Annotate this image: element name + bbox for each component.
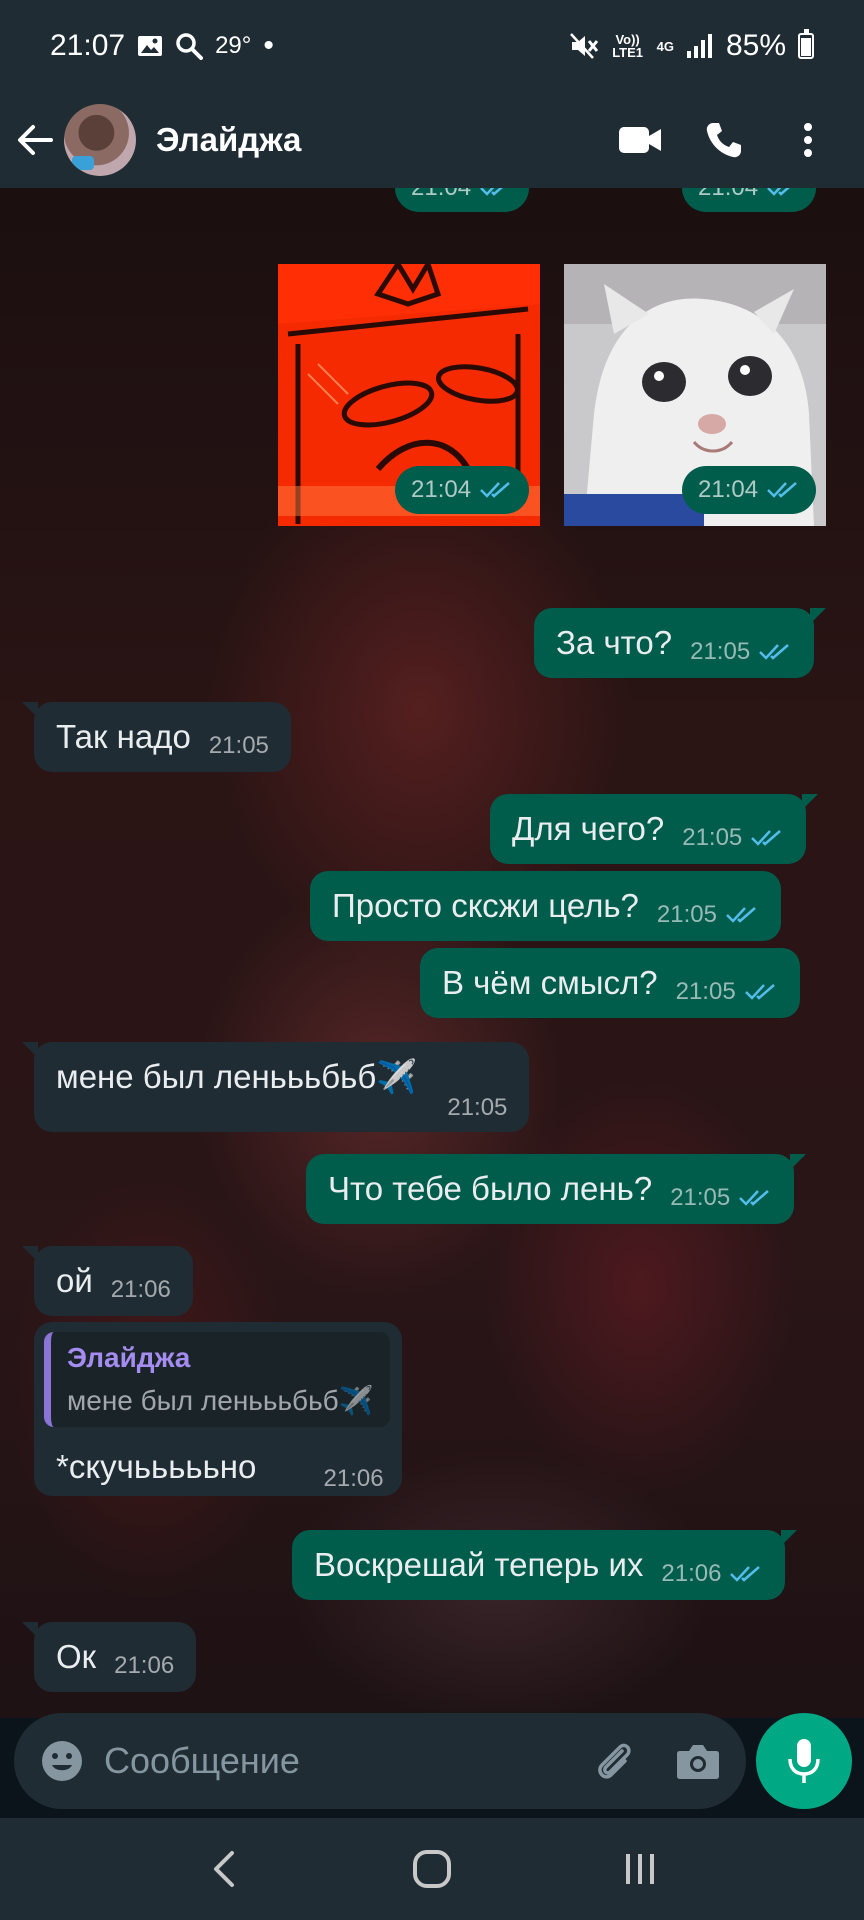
outgoing-message[interactable]: За что? 21:05 (534, 608, 827, 678)
battery-percent: 85% (725, 29, 786, 62)
contact-name[interactable]: Элайджа (156, 121, 301, 159)
outgoing-message[interactable]: Что тебе было лень? 21:05 (306, 1154, 807, 1224)
status-left: 21:07 29° • (50, 29, 274, 63)
chat-area[interactable]: 21:04 21:04 За что? 21:05 Так надо 21:05… (0, 188, 864, 1718)
message-text: Так надо (56, 718, 191, 755)
message-time: 21:06 (323, 1465, 384, 1492)
attach-icon (598, 1743, 631, 1779)
read-ticks-icon (726, 907, 756, 923)
message-text: Просто скcжи цель? (332, 887, 639, 924)
message-text: Что тебе было лень? (328, 1170, 653, 1207)
avatar[interactable] (64, 104, 136, 176)
voice-call-button[interactable] (700, 116, 748, 164)
quoted-message[interactable]: Элайджа мене был леньььбьб✈️ (44, 1332, 390, 1427)
read-ticks-icon (767, 188, 790, 196)
message-text: Воскрешай теперь их (314, 1546, 644, 1583)
message-text: Для чего? (512, 810, 665, 847)
read-ticks-icon (744, 984, 775, 1000)
chat-header: Элайджа (0, 92, 864, 188)
read-ticks-icon (767, 482, 797, 498)
message-time: 21:06 (114, 1652, 175, 1679)
message-time: 21:05 (208, 732, 269, 759)
message-input-bar: Сообщение (14, 1713, 746, 1809)
attach-button[interactable] (592, 1739, 636, 1783)
message-time: 21:05 (690, 638, 751, 665)
voice-message-button[interactable] (756, 1713, 852, 1809)
message-text: За что? (556, 624, 673, 661)
message-text: *скучьььььно (56, 1448, 257, 1485)
message-time-pill: 21:04 (682, 466, 817, 514)
incoming-reply-message[interactable]: Элайджа мене был леньььбьб✈️ *скучьььььн… (34, 1322, 402, 1496)
video-call-icon (619, 127, 661, 153)
nav-home-button[interactable] (392, 1829, 472, 1909)
more-options-button[interactable] (784, 116, 832, 164)
status-right: Vo)) LTE1 4G 85% (569, 29, 814, 63)
status-time: 21:07 (50, 29, 126, 62)
input-actions (592, 1739, 720, 1783)
camera-button[interactable] (676, 1741, 720, 1781)
message-time: 21:05 (656, 901, 717, 928)
message-time-pill: 21:04 (682, 188, 817, 212)
outgoing-message[interactable]: Просто скcжи цель? 21:05 (310, 871, 781, 941)
nav-recents-icon (626, 1854, 654, 1884)
message-time-pill: 21:04 (395, 188, 530, 212)
incoming-message[interactable]: Так надо 21:05 (22, 702, 291, 772)
message-time: 21:05 (682, 824, 743, 851)
incoming-message[interactable]: Ок 21:06 (21, 1622, 197, 1692)
message-input[interactable]: Сообщение (104, 1740, 592, 1782)
message-time: 21:06 (110, 1276, 171, 1303)
message-time-pill: 21:04 (395, 466, 530, 514)
nav-back-icon (214, 1851, 234, 1887)
mute-icon (569, 32, 599, 60)
outgoing-message[interactable]: Для чего? 21:05 (490, 794, 819, 864)
message-time: 21:05 (675, 978, 736, 1005)
mic-icon (788, 1739, 820, 1783)
camera-icon (677, 1745, 719, 1779)
message-time: 21:04 (411, 476, 472, 503)
network-label: 4G (656, 38, 674, 54)
outgoing-message[interactable]: Воскрешай теперь их 21:06 (292, 1530, 798, 1600)
nav-recents-button[interactable] (600, 1829, 680, 1909)
volte-label: Vo)) LTE1 (612, 32, 644, 60)
status-bar: 21:07 29° • Vo)) LTE1 4G 85% (0, 0, 864, 92)
nav-back-button[interactable] (184, 1829, 264, 1909)
message-time: 21:05 (447, 1094, 508, 1121)
incoming-message[interactable]: ой 21:06 (22, 1246, 193, 1316)
signal-icon (686, 33, 714, 59)
message-time: 21:05 (670, 1184, 731, 1211)
quoted-text: мене был леньььбьб✈️ (67, 1385, 374, 1416)
outgoing-message[interactable]: В чём смысл? 21:05 (420, 948, 800, 1018)
emoji-button[interactable] (40, 1739, 84, 1783)
video-call-button[interactable] (616, 116, 664, 164)
quoted-sender-name: Элайджа (67, 1342, 191, 1373)
read-ticks-icon (759, 644, 789, 660)
emoji-icon (42, 1741, 82, 1781)
message-text: В чём смысл? (442, 964, 658, 1001)
more-options-icon (804, 123, 812, 157)
message-time: 21:06 (661, 1560, 722, 1587)
back-arrow-icon (18, 125, 53, 155)
gallery-icon (137, 34, 163, 58)
message-time: 21:04 (698, 476, 759, 503)
message-time: 21:04 (411, 188, 471, 202)
message-time: 21:04 (698, 188, 758, 202)
read-ticks-icon (480, 482, 510, 498)
search-icon (175, 32, 204, 60)
header-actions (616, 116, 864, 164)
voice-call-icon (706, 123, 741, 158)
status-temperature: 29° (215, 32, 252, 59)
system-navigation-bar (0, 1818, 864, 1920)
message-text: ой (56, 1262, 93, 1299)
message-text: мене был леньььбьб✈️ (56, 1058, 418, 1095)
read-ticks-icon (730, 1566, 761, 1582)
status-dot: • (263, 29, 274, 62)
incoming-message[interactable]: мене был леньььбьб✈️ 21:05 (21, 1042, 530, 1132)
message-text: Ок (56, 1638, 97, 1675)
read-ticks-icon (739, 1190, 770, 1206)
back-button[interactable] (0, 92, 70, 188)
nav-home-icon (413, 1850, 451, 1888)
read-ticks-icon (480, 188, 503, 196)
battery-icon (798, 29, 814, 59)
read-ticks-icon (751, 830, 782, 846)
